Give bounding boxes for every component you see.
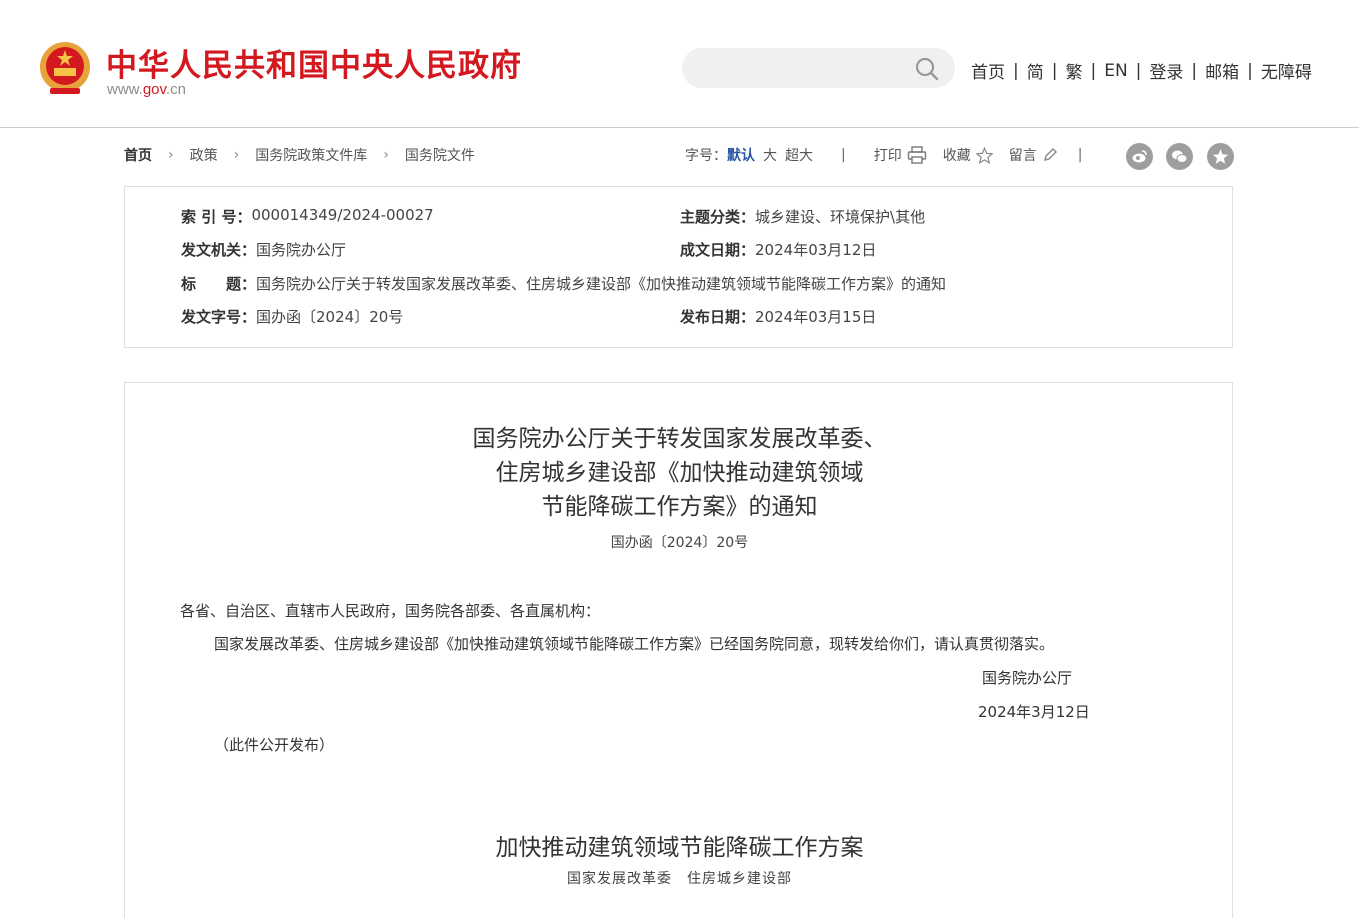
article-signature: 国务院办公厅 bbox=[982, 669, 1073, 687]
nav-separator: | bbox=[1013, 60, 1019, 81]
info-title-value: 国务院办公厅关于转发国家发展改革委、住房城乡建设部《加快推动建筑领域节能降碳工作… bbox=[256, 275, 947, 293]
nav-simplified[interactable]: 简 bbox=[1027, 58, 1044, 83]
plan-issuers: 国家发展改革委 住房城乡建设部 bbox=[567, 871, 792, 887]
nav-home[interactable]: 首页 bbox=[971, 58, 1005, 83]
article-tools: 字号： 默认 大 超大 | 打印 收藏 留言 | bbox=[685, 145, 1082, 165]
font-size-large[interactable]: 大 bbox=[763, 145, 777, 165]
info-title-label: 标 题： bbox=[181, 275, 257, 293]
font-size-label: 字号： bbox=[685, 148, 727, 164]
font-size-default[interactable]: 默认 bbox=[727, 145, 755, 165]
print-label: 打印 bbox=[873, 148, 902, 164]
tools-divider: | bbox=[1077, 147, 1083, 163]
nav-login[interactable]: 登录 bbox=[1149, 58, 1183, 83]
info-issuer: 发文机关： 国务院办公厅 bbox=[181, 239, 346, 260]
article-body: 国家发展改革委、住房城乡建设部《加快推动建筑领域节能降碳工作方案》已经国务院同意… bbox=[214, 635, 1055, 653]
info-docno: 发文字号： 国办函〔2024〕20号 bbox=[181, 306, 403, 327]
info-issuer-label: 发文机关： bbox=[181, 241, 257, 259]
info-date: 成文日期： 2024年03月12日 bbox=[680, 239, 876, 260]
search-icon[interactable] bbox=[914, 56, 940, 82]
article-salutation: 各省、自治区、直辖市人民政府，国务院各部委、各直属机构： bbox=[180, 602, 601, 620]
info-pubdate: 发布日期： 2024年03月15日 bbox=[680, 306, 876, 327]
info-index-label: 索 引 号： bbox=[181, 208, 252, 226]
nav-separator: | bbox=[1135, 60, 1142, 81]
nav-english[interactable]: EN bbox=[1104, 61, 1127, 81]
info-topic-value: 城乡建设、环境保护\其他 bbox=[755, 208, 926, 226]
nav-separator: | bbox=[1051, 60, 1058, 81]
breadcrumb-home[interactable]: 首页 bbox=[124, 145, 152, 165]
article-doc-number: 国办函〔2024〕20号 bbox=[610, 535, 749, 551]
pencil-icon bbox=[1043, 148, 1057, 161]
info-issuer-value: 国务院办公厅 bbox=[256, 241, 347, 259]
article-title-line: 国务院办公厅关于转发国家发展改革委、 bbox=[472, 426, 887, 452]
article-title-line: 节能降碳工作方案》的通知 bbox=[541, 494, 818, 520]
info-title: 标 题： 国务院办公厅关于转发国家发展改革委、住房城乡建设部《加快推动建筑领域节… bbox=[181, 273, 946, 294]
info-docno-label: 发文字号： bbox=[181, 308, 257, 326]
printer-icon bbox=[907, 146, 926, 164]
star-icon bbox=[975, 146, 993, 164]
site-domain: www.gov.cn bbox=[107, 81, 186, 98]
info-pubdate-label: 发布日期： bbox=[680, 308, 756, 326]
wechat-icon[interactable] bbox=[1166, 143, 1193, 170]
weibo-icon[interactable] bbox=[1126, 143, 1153, 170]
chevron-right-icon: › bbox=[233, 147, 240, 163]
tools-divider: | bbox=[841, 147, 846, 163]
breadcrumb: 首页 › 政策 › 国务院政策文件库 › 国务院文件 bbox=[124, 145, 475, 165]
article-title-line: 住房城乡建设部《加快推动建筑领域 bbox=[495, 460, 864, 486]
search-input[interactable] bbox=[700, 56, 910, 80]
favorite-icon[interactable] bbox=[1207, 143, 1234, 170]
site-header: 中华人民共和国中央人民政府 www.gov.cn 首页 | 简 | 繁 | EN… bbox=[0, 0, 1359, 128]
info-topic: 主题分类： 城乡建设、环境保护\其他 bbox=[680, 206, 925, 227]
comment-button[interactable]: 留言 bbox=[1009, 145, 1058, 165]
info-index-value: 000014349/2024-00027 bbox=[251, 206, 434, 224]
nav-traditional[interactable]: 繁 bbox=[1065, 58, 1082, 83]
plan-title: 加快推动建筑领域节能降碳工作方案 bbox=[495, 835, 864, 861]
info-topic-label: 主题分类： bbox=[680, 208, 756, 226]
comment-label: 留言 bbox=[1008, 148, 1037, 164]
breadcrumb-state-council-docs[interactable]: 国务院文件 bbox=[405, 145, 475, 165]
top-nav: 首页 | 简 | 繁 | EN | 登录 | 邮箱 | 无障碍 bbox=[971, 58, 1312, 84]
article-sign-date: 2024年3月12日 bbox=[978, 703, 1090, 721]
favorite-button[interactable]: 收藏 bbox=[943, 145, 993, 165]
breadcrumb-policy[interactable]: 政策 bbox=[190, 145, 218, 165]
info-date-label: 成文日期： bbox=[680, 241, 756, 259]
breadcrumb-policy-library[interactable]: 国务院政策文件库 bbox=[255, 145, 367, 165]
info-index: 索 引 号： 000014349/2024-00027 bbox=[181, 206, 434, 227]
print-button[interactable]: 打印 bbox=[874, 145, 927, 165]
info-pubdate-value: 2024年03月15日 bbox=[755, 308, 877, 326]
info-docno-value: 国办函〔2024〕20号 bbox=[256, 308, 404, 326]
nav-separator: | bbox=[1090, 60, 1097, 81]
favorite-label: 收藏 bbox=[942, 148, 971, 164]
nav-mail[interactable]: 邮箱 bbox=[1205, 58, 1239, 83]
article-title: 国务院办公厅关于转发国家发展改革委、 住房城乡建设部《加快推动建筑领域 节能降碳… bbox=[0, 422, 1359, 524]
nav-separator: | bbox=[1247, 60, 1253, 81]
site-title[interactable]: 中华人民共和国中央人民政府 bbox=[106, 40, 522, 85]
info-date-value: 2024年03月12日 bbox=[755, 241, 877, 259]
font-size-xlarge[interactable]: 超大 bbox=[785, 145, 813, 165]
chevron-right-icon: › bbox=[168, 147, 174, 163]
national-emblem-icon[interactable] bbox=[38, 40, 92, 98]
article-public-note: （此件公开发布） bbox=[214, 736, 335, 754]
nav-separator: | bbox=[1191, 60, 1198, 81]
nav-accessibility[interactable]: 无障碍 bbox=[1261, 58, 1312, 83]
chevron-right-icon: › bbox=[383, 147, 389, 163]
